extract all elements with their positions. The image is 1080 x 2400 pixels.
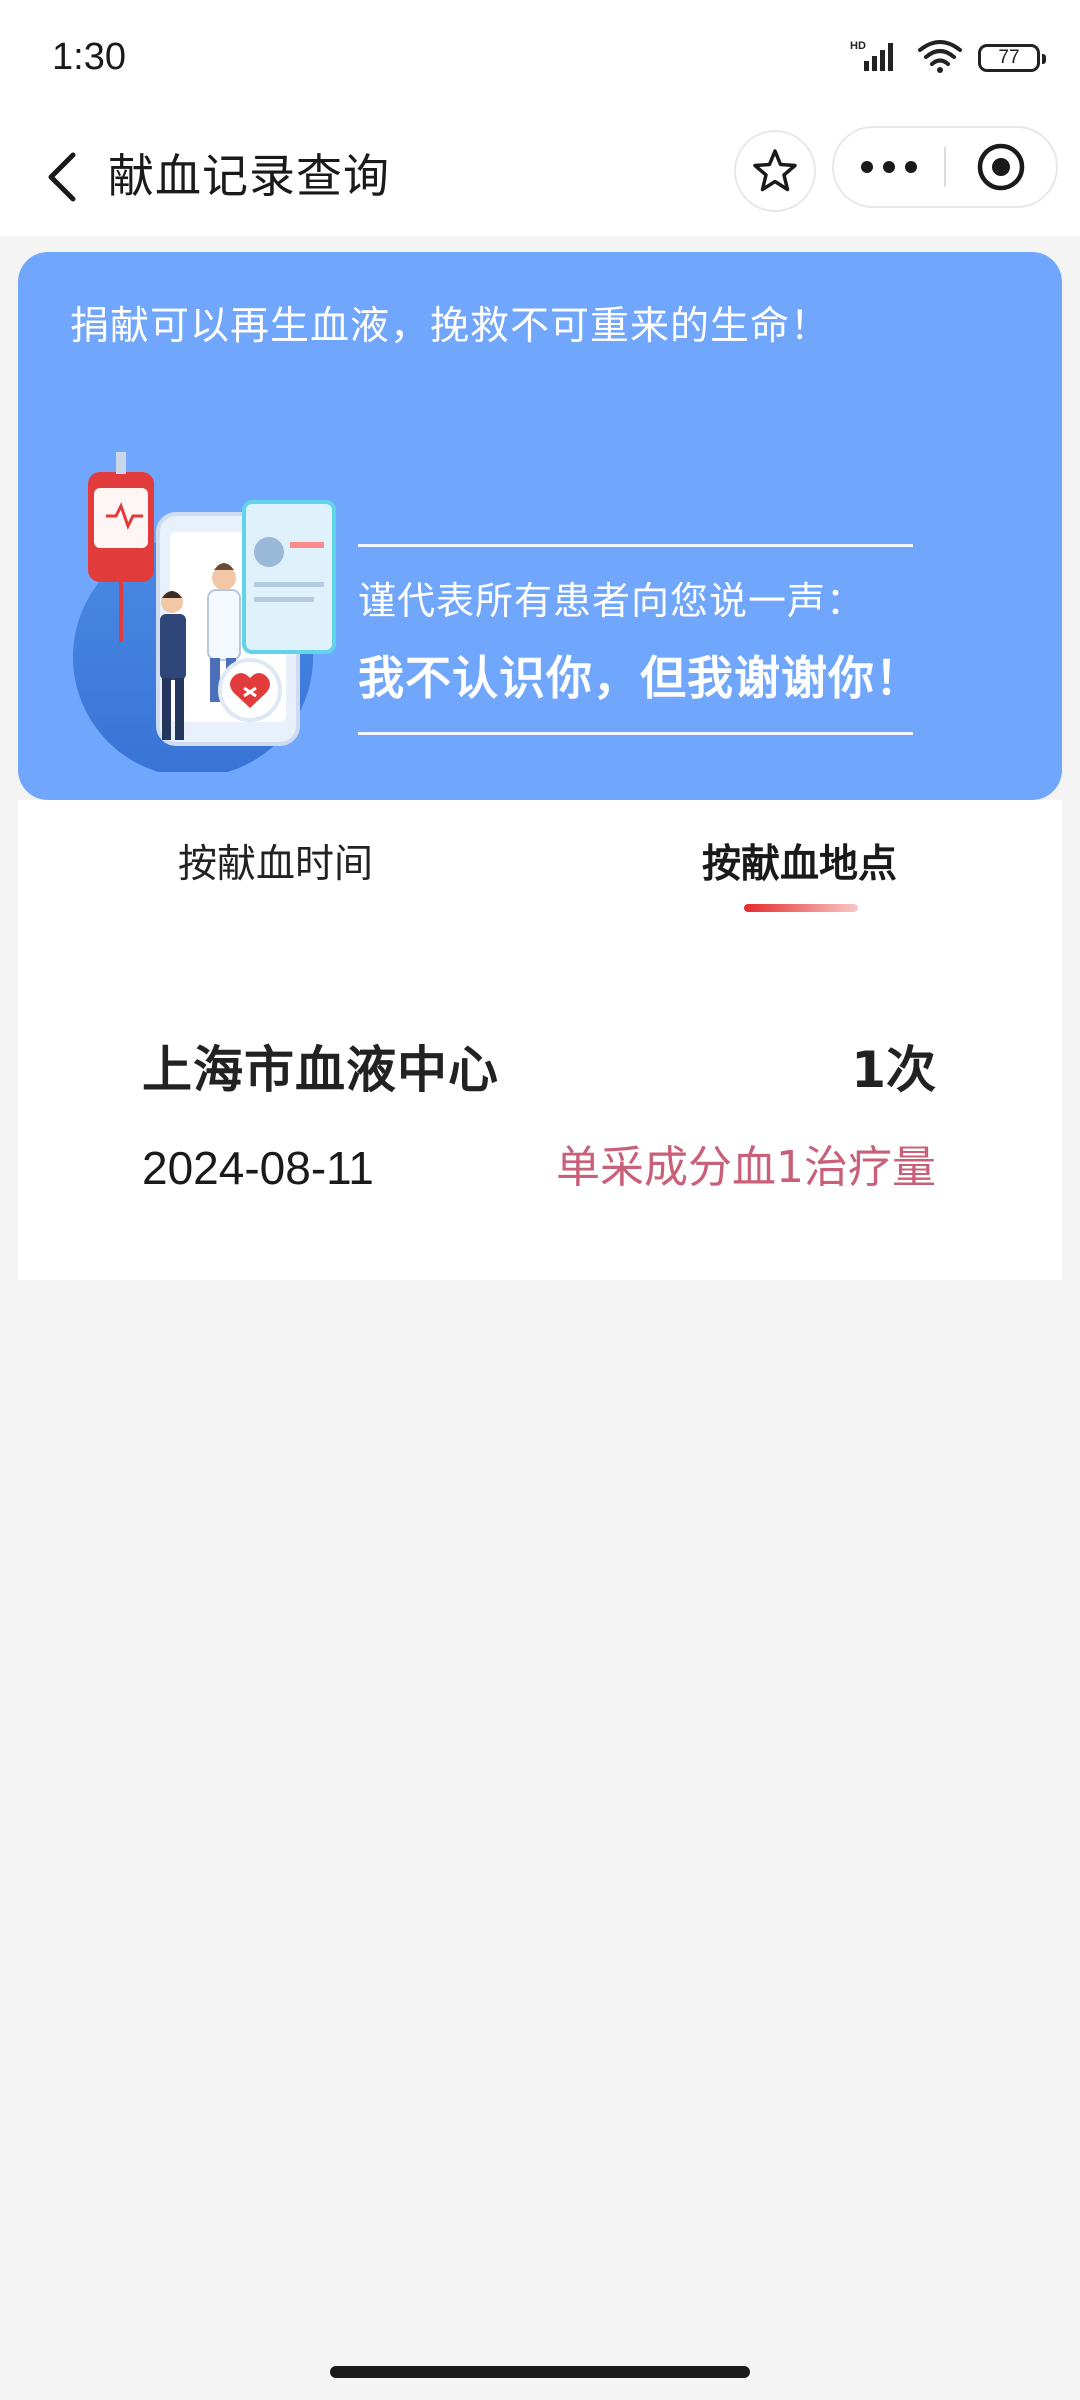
status-bar: 1:30 HD 77: [0, 0, 1080, 118]
banner-divider-bottom: [358, 732, 913, 735]
donation-record-card[interactable]: 上海市血液中心 1次 2024-08-11 单采成分血1治疗量: [18, 940, 1062, 1280]
close-mini-program-button[interactable]: [946, 128, 1056, 206]
star-icon: [753, 149, 797, 192]
battery-icon: 77: [978, 44, 1046, 72]
record-location: 上海市血液中心: [142, 1041, 499, 1099]
banner-thanks-message: 我不认识你，但我谢谢你！: [358, 651, 922, 705]
battery-level: 77: [998, 47, 1020, 68]
record-date: 2024-08-11: [142, 1142, 374, 1194]
status-time: 1:30: [52, 36, 126, 78]
back-button[interactable]: [28, 142, 98, 212]
banner-thanks-intro: 谨代表所有患者向您说一声：: [358, 579, 866, 623]
tab-by-time[interactable]: 按献血时间: [178, 838, 373, 892]
status-icons: HD 77: [850, 34, 1046, 82]
mini-program-capsule: [832, 126, 1058, 208]
page-title: 献血记录查询: [108, 149, 390, 203]
doctor-blood-donation-illustration: [68, 452, 358, 777]
back-arrow-icon: [48, 152, 76, 202]
tab-bar: 按献血时间 按献血地点: [18, 800, 1062, 940]
target-circle-icon: [977, 143, 1025, 191]
banner-divider-top: [358, 544, 913, 547]
wifi-icon: [916, 38, 964, 78]
nav-bar: 献血记录查询: [0, 118, 1080, 236]
record-count: 1次: [851, 1041, 936, 1099]
network-badge: HD: [850, 40, 866, 52]
more-button[interactable]: [834, 128, 944, 206]
tab-by-location[interactable]: 按献血地点: [702, 838, 897, 892]
donation-banner: 捐献可以再生血液，挽救不可重来的生命！ 谨代表所有患者向您说一声： 我不认识你，…: [18, 252, 1062, 800]
home-indicator[interactable]: [330, 2366, 750, 2378]
active-tab-indicator: [744, 904, 858, 912]
favorite-button[interactable]: [734, 130, 816, 212]
more-dots-icon: [861, 161, 917, 173]
record-donation-type: 单采成分血1治疗量: [556, 1142, 936, 1193]
signal-icon: HD: [850, 39, 902, 77]
banner-slogan: 捐献可以再生血液，挽救不可重来的生命！: [70, 304, 831, 349]
